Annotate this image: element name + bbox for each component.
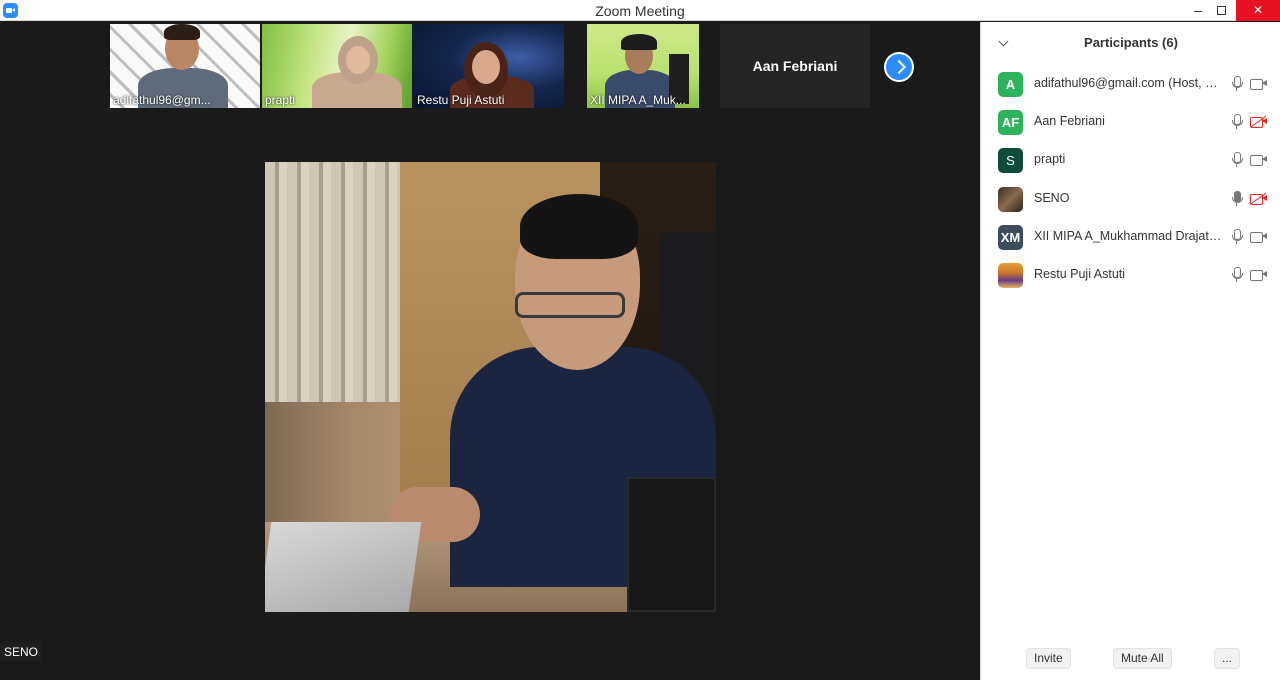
video-thumbnail[interactable]: XII MIPA A_Muk... bbox=[587, 24, 699, 108]
participant-row[interactable]: SENO bbox=[981, 180, 1280, 218]
microphone-icon[interactable] bbox=[1230, 191, 1244, 207]
microphone-icon[interactable] bbox=[1230, 267, 1244, 283]
video-thumbnail[interactable]: Restu Puji Astuti bbox=[414, 24, 564, 108]
video-camera-icon[interactable] bbox=[1250, 269, 1267, 281]
next-page-button[interactable] bbox=[884, 52, 914, 82]
participant-name: prapti bbox=[1034, 152, 1066, 166]
video-camera-icon[interactable] bbox=[1250, 154, 1267, 166]
thumbnail-name: Aan Febriani bbox=[752, 58, 838, 74]
panel-header: Participants (6) bbox=[981, 22, 1280, 62]
avatar: A bbox=[998, 72, 1023, 97]
maximize-button[interactable] bbox=[1206, 0, 1236, 21]
panel-title: Participants (6) bbox=[1084, 35, 1178, 50]
participant-row[interactable]: Restu Puji Astuti bbox=[981, 256, 1280, 294]
participants-panel: Participants (6) A adifathul96@gmail.com… bbox=[980, 22, 1280, 680]
participant-name: XII MIPA A_Mukhammad Drajat K... bbox=[1034, 229, 1224, 243]
avatar bbox=[998, 263, 1023, 288]
thumbnail-name: prapti bbox=[265, 93, 296, 107]
avatar: S bbox=[998, 148, 1023, 173]
more-options-button[interactable]: ... bbox=[1214, 648, 1241, 669]
close-button[interactable]: ✕ bbox=[1236, 0, 1280, 21]
microphone-icon[interactable] bbox=[1230, 152, 1244, 168]
video-thumbnail[interactable]: adifathul96@gm... bbox=[110, 24, 260, 108]
video-thumbnail[interactable]: prapti bbox=[262, 24, 412, 108]
panel-footer: Invite Mute All ... bbox=[981, 648, 1280, 670]
microphone-icon[interactable] bbox=[1230, 76, 1244, 92]
microphone-icon[interactable] bbox=[1230, 229, 1244, 245]
video-camera-icon[interactable] bbox=[1250, 231, 1267, 243]
participant-name: Restu Puji Astuti bbox=[1034, 267, 1126, 281]
participant-row[interactable]: AF Aan Febriani bbox=[981, 103, 1280, 141]
window-title: Zoom Meeting bbox=[595, 3, 685, 19]
participant-row[interactable]: S prapti bbox=[981, 141, 1280, 179]
thumbnail-name: XII MIPA A_Muk... bbox=[590, 93, 686, 107]
avatar: AF bbox=[998, 110, 1023, 135]
speaker-name-label: SENO bbox=[0, 643, 43, 661]
participant-name: Aan Febriani bbox=[1034, 114, 1105, 128]
participant-row[interactable]: A adifathul96@gmail.com (Host, me) bbox=[981, 65, 1280, 103]
avatar bbox=[998, 187, 1023, 212]
video-off-icon[interactable] bbox=[1250, 192, 1267, 205]
meeting-area: adifathul96@gm... prapti Restu Puji Astu… bbox=[0, 22, 980, 680]
video-thumbnail[interactable]: Aan Febriani bbox=[720, 24, 870, 108]
microphone-icon[interactable] bbox=[1230, 114, 1244, 130]
active-speaker-video[interactable] bbox=[265, 162, 716, 612]
thumbnail-name: adifathul96@gm... bbox=[113, 93, 211, 107]
invite-button[interactable]: Invite bbox=[1026, 648, 1071, 669]
video-camera-icon[interactable] bbox=[1250, 78, 1267, 90]
participant-name: adifathul96@gmail.com (Host, me) bbox=[1034, 76, 1224, 90]
participant-name: SENO bbox=[1034, 191, 1070, 205]
participant-row[interactable]: XM XII MIPA A_Mukhammad Drajat K... bbox=[981, 218, 1280, 256]
mute-all-button[interactable]: Mute All bbox=[1113, 648, 1172, 669]
thumbnail-name: Restu Puji Astuti bbox=[417, 93, 505, 107]
video-off-icon[interactable] bbox=[1250, 115, 1267, 128]
title-bar: Zoom Meeting ✕ bbox=[0, 0, 1280, 21]
avatar: XM bbox=[998, 225, 1023, 250]
